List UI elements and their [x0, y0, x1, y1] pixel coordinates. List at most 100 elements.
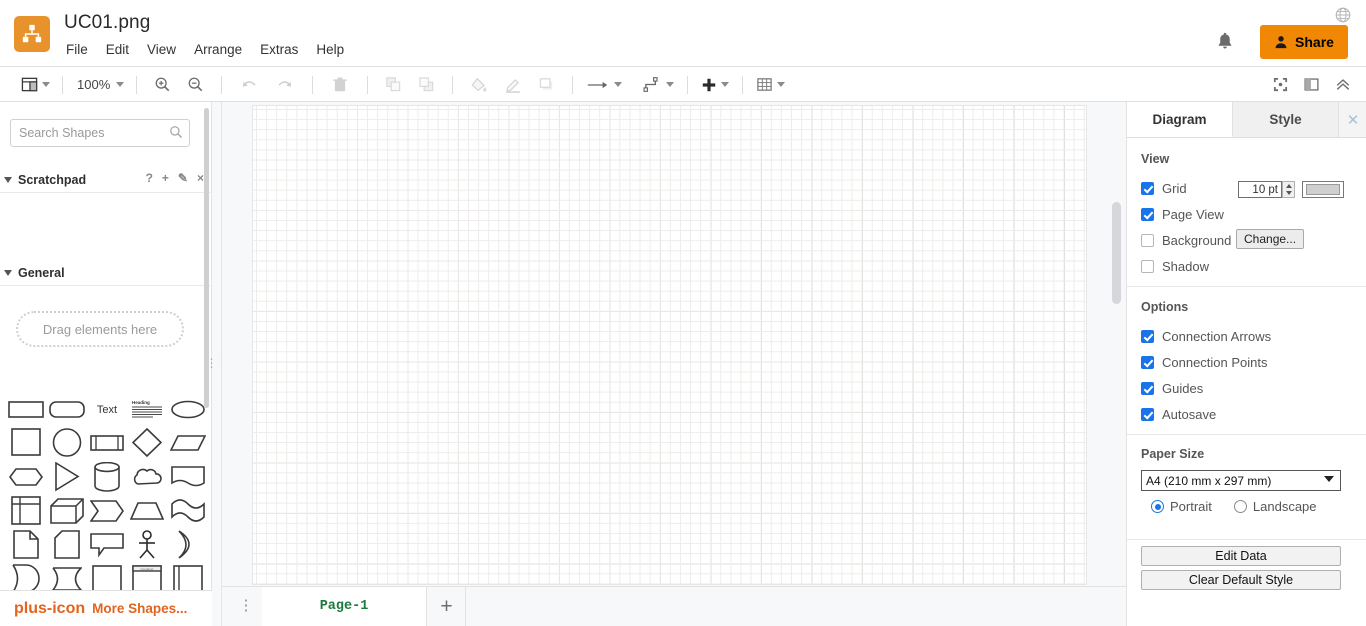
redo-button[interactable] — [267, 71, 303, 99]
shape-internal-storage[interactable] — [8, 494, 44, 528]
language-globe-icon[interactable] — [1334, 6, 1352, 24]
canvas-vertical-scroll-thumb[interactable] — [1112, 202, 1121, 304]
shape-circle[interactable] — [48, 426, 84, 460]
drawio-logo-icon[interactable] — [14, 16, 50, 52]
search-input[interactable] — [10, 119, 190, 147]
fill-color-button[interactable] — [462, 71, 496, 99]
landscape-radio[interactable] — [1233, 500, 1247, 513]
background-change-button[interactable]: Change... — [1236, 229, 1305, 249]
shape-triangle[interactable] — [48, 460, 84, 494]
add-page-button[interactable]: + — [428, 587, 466, 626]
shape-note[interactable] — [8, 528, 44, 562]
collapse-toolbar-button[interactable] — [1332, 71, 1354, 99]
scratchpad-close-icon[interactable]: × — [197, 172, 204, 184]
shape-cloud[interactable] — [129, 460, 165, 494]
grid-size-input[interactable] — [1238, 181, 1282, 198]
diagram-canvas[interactable] — [222, 102, 1126, 586]
shape-rectangle[interactable] — [8, 392, 45, 426]
shape-document[interactable] — [170, 460, 206, 494]
background-checkbox[interactable] — [1141, 233, 1154, 247]
shape-card[interactable] — [48, 528, 84, 562]
view-layout-button[interactable] — [18, 71, 53, 99]
shape-trapezoid[interactable] — [129, 494, 165, 528]
menu-help[interactable]: Help — [316, 41, 354, 58]
canvas-vertical-scrollbar[interactable] — [1109, 102, 1121, 586]
shape-square[interactable] — [8, 426, 44, 460]
shadow-label: Shadow — [1162, 258, 1209, 274]
grid-checkbox[interactable] — [1141, 181, 1154, 195]
shape-hexagon[interactable] — [8, 460, 44, 494]
connection-arrow-button[interactable] — [582, 71, 626, 99]
panel-splitter[interactable]: ⋮⋮ — [206, 102, 229, 626]
shape-parallelogram[interactable] — [169, 426, 206, 460]
edit-data-button[interactable]: Edit Data — [1141, 546, 1341, 566]
scratchpad-edit-icon[interactable]: ✎ — [178, 172, 188, 184]
page-tab-page-1[interactable]: Page-1 — [262, 587, 427, 626]
shape-text[interactable]: Text — [89, 392, 125, 426]
shape-callout[interactable] — [89, 528, 125, 562]
shape-ellipse[interactable] — [170, 392, 206, 426]
format-panel-toggle[interactable] — [1301, 71, 1322, 99]
shape-or[interactable] — [170, 528, 206, 562]
shape-tape[interactable] — [170, 494, 206, 528]
shape-process[interactable] — [89, 426, 125, 460]
zoom-out-button[interactable] — [179, 71, 212, 99]
line-color-button[interactable] — [496, 71, 530, 99]
insert-button[interactable] — [697, 71, 733, 99]
shape-cylinder[interactable] — [89, 460, 125, 494]
waypoints-button[interactable] — [638, 71, 678, 99]
scratchpad-header[interactable]: Scratchpad ? + ✎ × — [0, 167, 212, 193]
title-bar: UC01.png File Edit View Arrange Extras H… — [0, 0, 1366, 67]
page-sheet[interactable] — [253, 106, 1086, 584]
stepper-up-icon[interactable] — [1285, 183, 1292, 188]
scratchpad-dropzone[interactable]: Drag elements here — [16, 311, 184, 347]
connection-arrows-checkbox[interactable] — [1141, 329, 1154, 343]
stepper-down-icon[interactable] — [1285, 191, 1292, 196]
menu-file[interactable]: File — [66, 41, 98, 58]
shadow-checkbox[interactable] — [1141, 259, 1154, 273]
general-section-header[interactable]: General — [0, 260, 212, 286]
autosave-checkbox[interactable] — [1141, 407, 1154, 421]
paper-size-select[interactable]: A4 (210 mm x 297 mm) — [1141, 470, 1341, 491]
portrait-radio[interactable] — [1151, 500, 1164, 513]
shadow-row: Shadow — [1141, 253, 1353, 279]
shape-rounded-rectangle[interactable] — [48, 392, 85, 426]
undo-button[interactable] — [231, 71, 267, 99]
grid-size-stepper[interactable] — [1282, 181, 1295, 198]
zoom-level-button[interactable]: 100% — [72, 71, 127, 99]
tab-style[interactable]: Style — [1233, 102, 1339, 137]
menu-arrange[interactable]: Arrange — [194, 41, 252, 58]
tab-diagram[interactable]: Diagram — [1127, 102, 1233, 137]
shadow-button[interactable] — [530, 71, 563, 99]
notification-bell-icon[interactable] — [1214, 30, 1238, 54]
shape-diamond[interactable] — [129, 426, 165, 460]
shape-textbox[interactable]: Heading — [129, 392, 165, 426]
share-button[interactable]: Share — [1260, 25, 1348, 59]
shape-step[interactable] — [89, 494, 125, 528]
grid-color-swatch[interactable] — [1302, 181, 1344, 198]
guides-checkbox[interactable] — [1141, 381, 1154, 395]
shape-actor[interactable] — [129, 528, 165, 562]
table-icon — [757, 78, 772, 91]
file-title: UC01.png — [64, 12, 151, 33]
zoom-in-button[interactable] — [146, 71, 179, 99]
delete-button[interactable] — [322, 71, 358, 99]
background-change-label: Change... — [1244, 232, 1297, 246]
fullscreen-button[interactable] — [1270, 71, 1291, 99]
connection-points-checkbox[interactable] — [1141, 355, 1154, 369]
menu-extras[interactable]: Extras — [260, 41, 308, 58]
menu-edit[interactable]: Edit — [106, 41, 139, 58]
to-back-button[interactable] — [410, 71, 443, 99]
search-icon[interactable] — [169, 125, 183, 144]
close-icon[interactable]: ✕ — [1339, 102, 1366, 137]
menu-view[interactable]: View — [147, 41, 186, 58]
page-view-checkbox[interactable] — [1141, 207, 1154, 221]
clear-default-style-button[interactable]: Clear Default Style — [1141, 570, 1341, 590]
to-front-button[interactable] — [377, 71, 410, 99]
scratchpad-add-icon[interactable]: + — [162, 172, 169, 184]
shape-cube[interactable] — [48, 494, 84, 528]
scratchpad-help-icon[interactable]: ? — [146, 172, 153, 184]
page-menu-icon[interactable]: ⋮ — [231, 587, 261, 626]
more-shapes-button[interactable]: plus-icon More Shapes... — [0, 590, 212, 626]
table-button[interactable] — [752, 71, 789, 99]
